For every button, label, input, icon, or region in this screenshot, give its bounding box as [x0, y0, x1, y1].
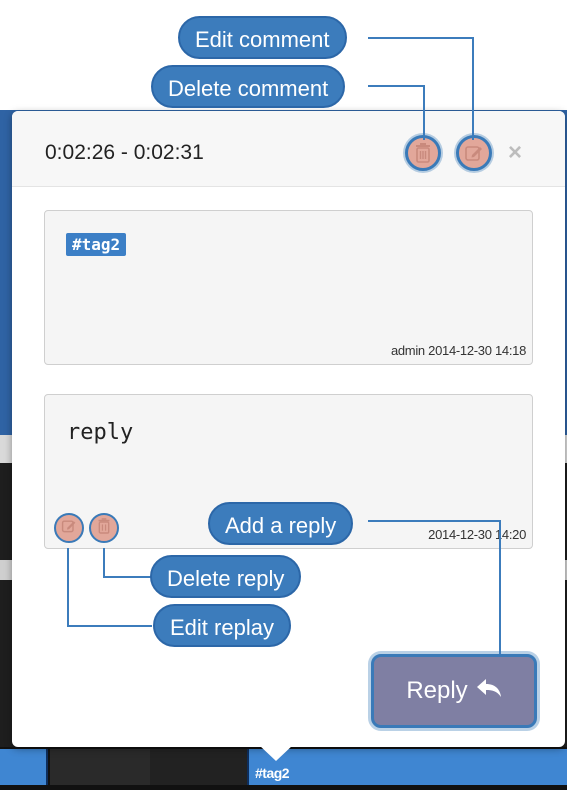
reply-text: reply [67, 420, 134, 445]
comment-card: #tag2 admin 2014-12-30 14:18 [44, 210, 533, 365]
callout-edit-comment: Edit comment [178, 16, 347, 59]
edit-icon [464, 143, 484, 163]
reply-button[interactable]: Reply [371, 654, 537, 728]
close-icon[interactable]: × [508, 141, 522, 165]
comment-meta: admin 2014-12-30 14:18 [390, 343, 526, 358]
reply-meta: 2014-12-30 14:20 [428, 527, 526, 542]
screen: #tag2 0:02:26 - 0:02:31 × #tag2 admin 20… [0, 0, 567, 790]
trash-icon [97, 517, 111, 539]
callout-edit-reply: Edit replay [153, 604, 291, 647]
reply-arrow-icon [476, 677, 502, 705]
trash-icon [414, 143, 432, 163]
edit-reply-button[interactable] [54, 513, 84, 543]
timeline-tag-segment[interactable]: #tag2 [247, 749, 567, 785]
edit-comment-button[interactable] [456, 135, 492, 171]
delete-reply-button[interactable] [89, 513, 119, 543]
callout-delete-comment: Delete comment [151, 65, 346, 108]
tag-badge[interactable]: #tag2 [66, 233, 127, 256]
timeline-tag-label: #tag2 [255, 765, 290, 781]
edit-icon [61, 518, 77, 539]
comment-popover: 0:02:26 - 0:02:31 × #tag2 admin 2014-12-… [12, 111, 565, 747]
popover-header: 0:02:26 - 0:02:31 × [12, 111, 565, 187]
timeline-segment [150, 749, 247, 785]
callout-delete-reply: Delete reply [150, 555, 302, 598]
callout-add-reply: Add a reply [208, 502, 354, 545]
time-range-title: 0:02:26 - 0:02:31 [45, 141, 204, 164]
popover-pointer [259, 745, 293, 761]
delete-comment-button[interactable] [405, 135, 441, 171]
timeline-segment [50, 749, 150, 785]
timeline-segment[interactable] [0, 749, 48, 785]
reply-button-label: Reply [406, 677, 468, 704]
